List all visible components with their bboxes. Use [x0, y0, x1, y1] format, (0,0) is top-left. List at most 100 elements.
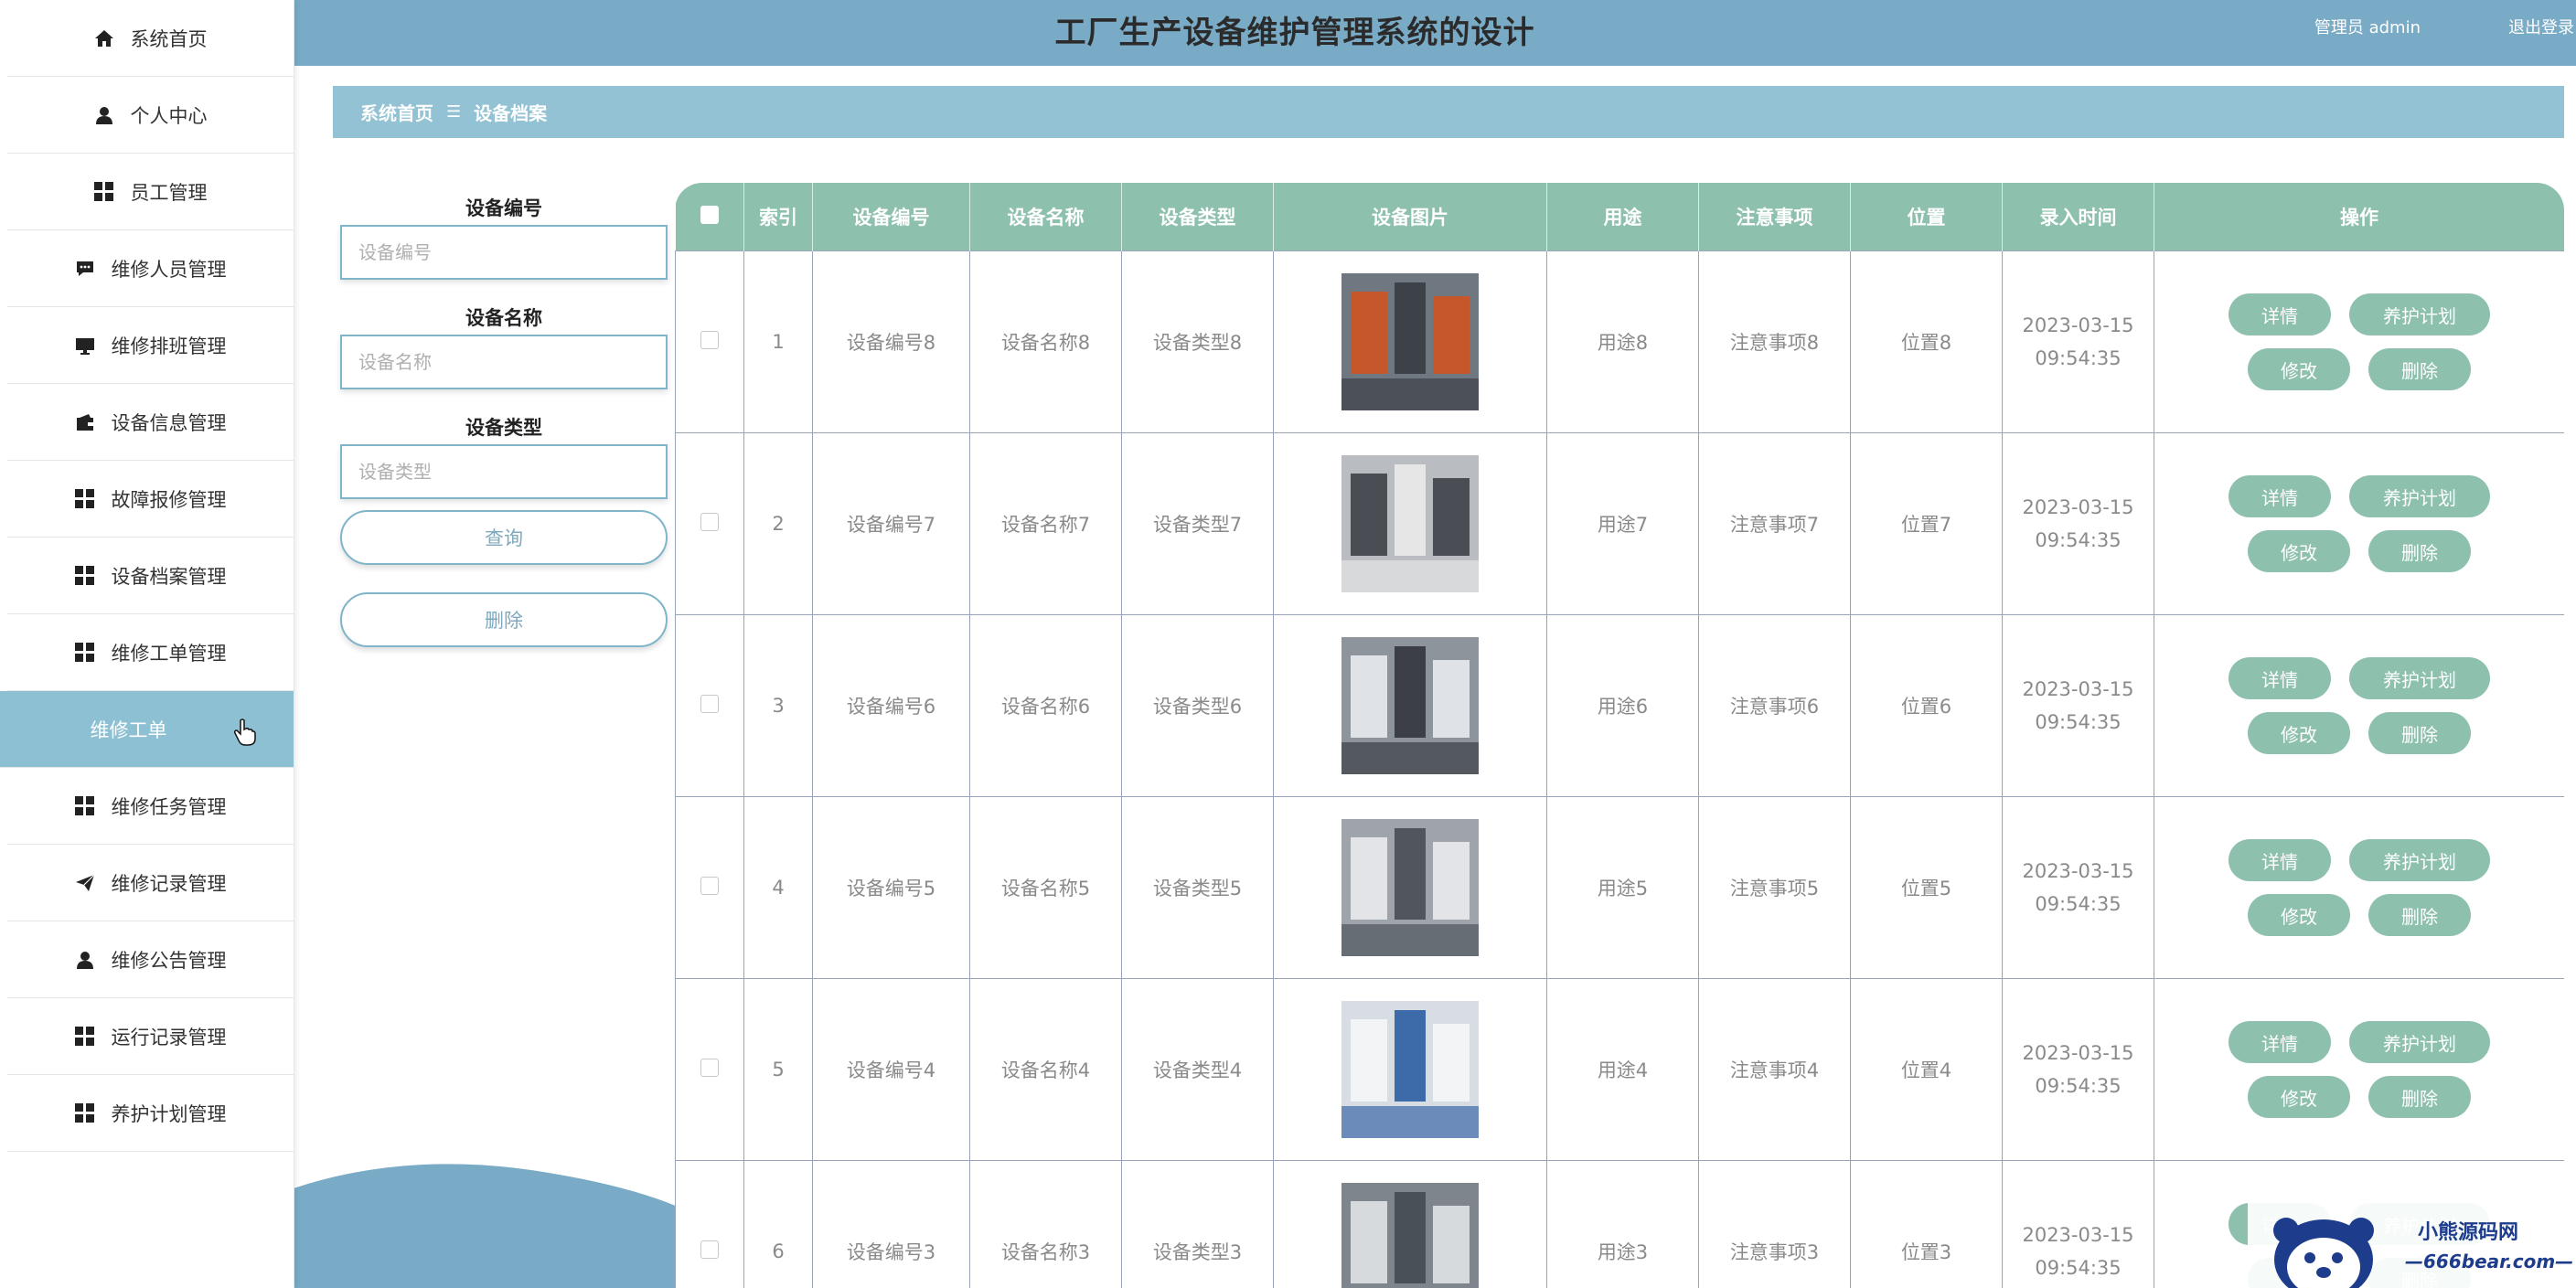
device-table-container: 索引 设备编号 设备名称 设备类型 设备图片 用途 注意事项 位置 录入时间 操…: [675, 183, 2564, 1288]
entry-date: 2023-03-15: [2022, 860, 2134, 882]
index-cell: 2: [743, 432, 813, 615]
actions-cell: 详情养护计划修改删除: [2154, 432, 2564, 615]
sidebar-item-label: 运行记录管理: [111, 1026, 227, 1048]
sidebar-item-14[interactable]: 养护计划管理: [7, 1075, 294, 1152]
query-button[interactable]: 查询: [340, 510, 668, 565]
entry-time: 09:54:35: [2035, 1257, 2122, 1279]
row-checkbox[interactable]: [700, 1058, 719, 1077]
delete-button[interactable]: 删除: [2368, 712, 2471, 754]
row-checkbox[interactable]: [700, 1240, 719, 1259]
sidebar-item-label: 维修公告管理: [111, 949, 227, 972]
maintenance-plan-button[interactable]: 养护计划: [2349, 839, 2490, 881]
row-select-cell[interactable]: [675, 978, 744, 1161]
edit-button[interactable]: 修改: [2248, 348, 2350, 390]
batch-delete-button[interactable]: 删除: [340, 592, 668, 647]
entry-date: 2023-03-15: [2022, 678, 2134, 700]
usage-cell: 用途8: [1546, 250, 1699, 433]
table-row: 4 设备编号5 设备名称5 设备类型5 用途5 注意事项5 位置5 2023-03-15 09:…: [675, 796, 2564, 979]
location-cell: 位置5: [1850, 796, 2003, 979]
sidebar-item-7[interactable]: 设备档案管理: [7, 538, 294, 614]
device-type-input[interactable]: [340, 444, 668, 499]
sidebar-item-9[interactable]: 维修工单: [0, 691, 294, 768]
row-select-cell[interactable]: [675, 250, 744, 433]
location-cell: 位置4: [1850, 978, 2003, 1161]
index-cell: 6: [743, 1160, 813, 1288]
sidebar-item-1[interactable]: 个人中心: [7, 77, 294, 154]
sidebar-item-3[interactable]: 维修人员管理: [7, 230, 294, 307]
row-select-cell[interactable]: [675, 796, 744, 979]
table-row: 1 设备编号8 设备名称8 设备类型8 用途8 注意事项8 位置8 2023-03-15 09:…: [675, 250, 2564, 433]
sidebar-item-5[interactable]: 设备信息管理: [7, 384, 294, 461]
entry-time: 09:54:35: [2035, 1075, 2122, 1097]
sidebar-item-6[interactable]: 故障报修管理: [7, 461, 294, 538]
detail-button[interactable]: 详情: [2229, 475, 2331, 517]
breadcrumb-home[interactable]: 系统首页: [360, 99, 433, 125]
row-select-cell[interactable]: [675, 1160, 744, 1288]
home-icon: [94, 28, 114, 48]
device-type-cell: 设备类型7: [1121, 432, 1274, 615]
detail-button[interactable]: 详情: [2229, 1021, 2331, 1063]
breadcrumb-current: 设备档案: [474, 102, 548, 124]
usage-cell: 用途4: [1546, 978, 1699, 1161]
device-image-cell: [1273, 250, 1547, 433]
watermark-url: —666bear.com—: [2405, 1251, 2574, 1272]
detail-button[interactable]: 详情: [2229, 839, 2331, 881]
device-name-label: 设备名称: [465, 307, 542, 329]
location-cell: 位置7: [1850, 432, 2003, 615]
sidebar-item-label: 维修排班管理: [111, 335, 227, 357]
table-row: 2 设备编号7 设备名称7 设备类型7 用途7 注意事项7 位置7 2023-03-15 09:…: [675, 432, 2564, 615]
delete-button[interactable]: 删除: [2368, 348, 2471, 390]
device-code-input[interactable]: [340, 225, 668, 280]
maintenance-plan-button[interactable]: 养护计划: [2349, 1021, 2490, 1063]
row-select-cell[interactable]: [675, 432, 744, 615]
entry-time-cell: 2023-03-15 09:54:35: [2002, 1160, 2154, 1288]
column-header: 设备名称: [969, 183, 1122, 251]
grid-icon: [75, 643, 95, 663]
sidebar-item-12[interactable]: 维修公告管理: [7, 921, 294, 998]
edit-button[interactable]: 修改: [2248, 894, 2350, 936]
hand-cursor-icon: [234, 719, 256, 750]
row-checkbox[interactable]: [700, 694, 719, 713]
row-checkbox[interactable]: [700, 876, 719, 895]
device-name-input[interactable]: [340, 335, 668, 389]
sidebar-item-10[interactable]: 维修任务管理: [7, 768, 294, 845]
select-all-checkbox[interactable]: [700, 205, 719, 224]
delete-button[interactable]: 删除: [2368, 1076, 2471, 1118]
sidebar-item-11[interactable]: 维修记录管理: [7, 845, 294, 921]
edit-button[interactable]: 修改: [2248, 530, 2350, 572]
sidebar-item-0[interactable]: 系统首页: [7, 0, 294, 77]
detail-button[interactable]: 详情: [2229, 293, 2331, 335]
delete-button[interactable]: 删除: [2368, 894, 2471, 936]
maintenance-plan-button[interactable]: 养护计划: [2349, 657, 2490, 699]
watermark-name: 小熊源码网: [2418, 1221, 2519, 1244]
device-code-cell: 设备编号7: [812, 432, 970, 615]
entry-time: 09:54:35: [2035, 529, 2122, 551]
row-checkbox[interactable]: [700, 330, 719, 349]
device-image-cell: [1273, 796, 1547, 979]
sidebar-item-label: 员工管理: [130, 181, 208, 204]
column-header: 设备编号: [812, 183, 970, 251]
grid-icon: [75, 489, 95, 509]
usage-cell: 用途3: [1546, 1160, 1699, 1288]
maintenance-plan-button[interactable]: 养护计划: [2349, 475, 2490, 517]
sidebar-item-13[interactable]: 运行记录管理: [7, 998, 294, 1075]
select-all-header[interactable]: [675, 183, 744, 251]
edit-button[interactable]: 修改: [2248, 712, 2350, 754]
detail-button[interactable]: 详情: [2229, 657, 2331, 699]
edit-button[interactable]: 修改: [2248, 1076, 2350, 1118]
device-code-cell: 设备编号5: [812, 796, 970, 979]
note-cell: 注意事项6: [1698, 614, 1851, 797]
sidebar-item-4[interactable]: 维修排班管理: [7, 307, 294, 384]
row-checkbox[interactable]: [700, 512, 719, 531]
sidebar-item-2[interactable]: 员工管理: [7, 154, 294, 230]
table-body: 1 设备编号8 设备名称8 设备类型8 用途8 注意事项8 位置8 2023-03-15 09:…: [675, 250, 2564, 1288]
device-type-cell: 设备类型6: [1121, 614, 1274, 797]
delete-button[interactable]: 删除: [2368, 530, 2471, 572]
sidebar-item-8[interactable]: 维修工单管理: [7, 614, 294, 691]
row-select-cell[interactable]: [675, 614, 744, 797]
logout-link[interactable]: 退出登录: [2508, 15, 2574, 38]
maintenance-plan-button[interactable]: 养护计划: [2349, 293, 2490, 335]
device-name-cell: 设备名称8: [969, 250, 1122, 433]
device-type-cell: 设备类型5: [1121, 796, 1274, 979]
device-image: [1341, 273, 1479, 410]
